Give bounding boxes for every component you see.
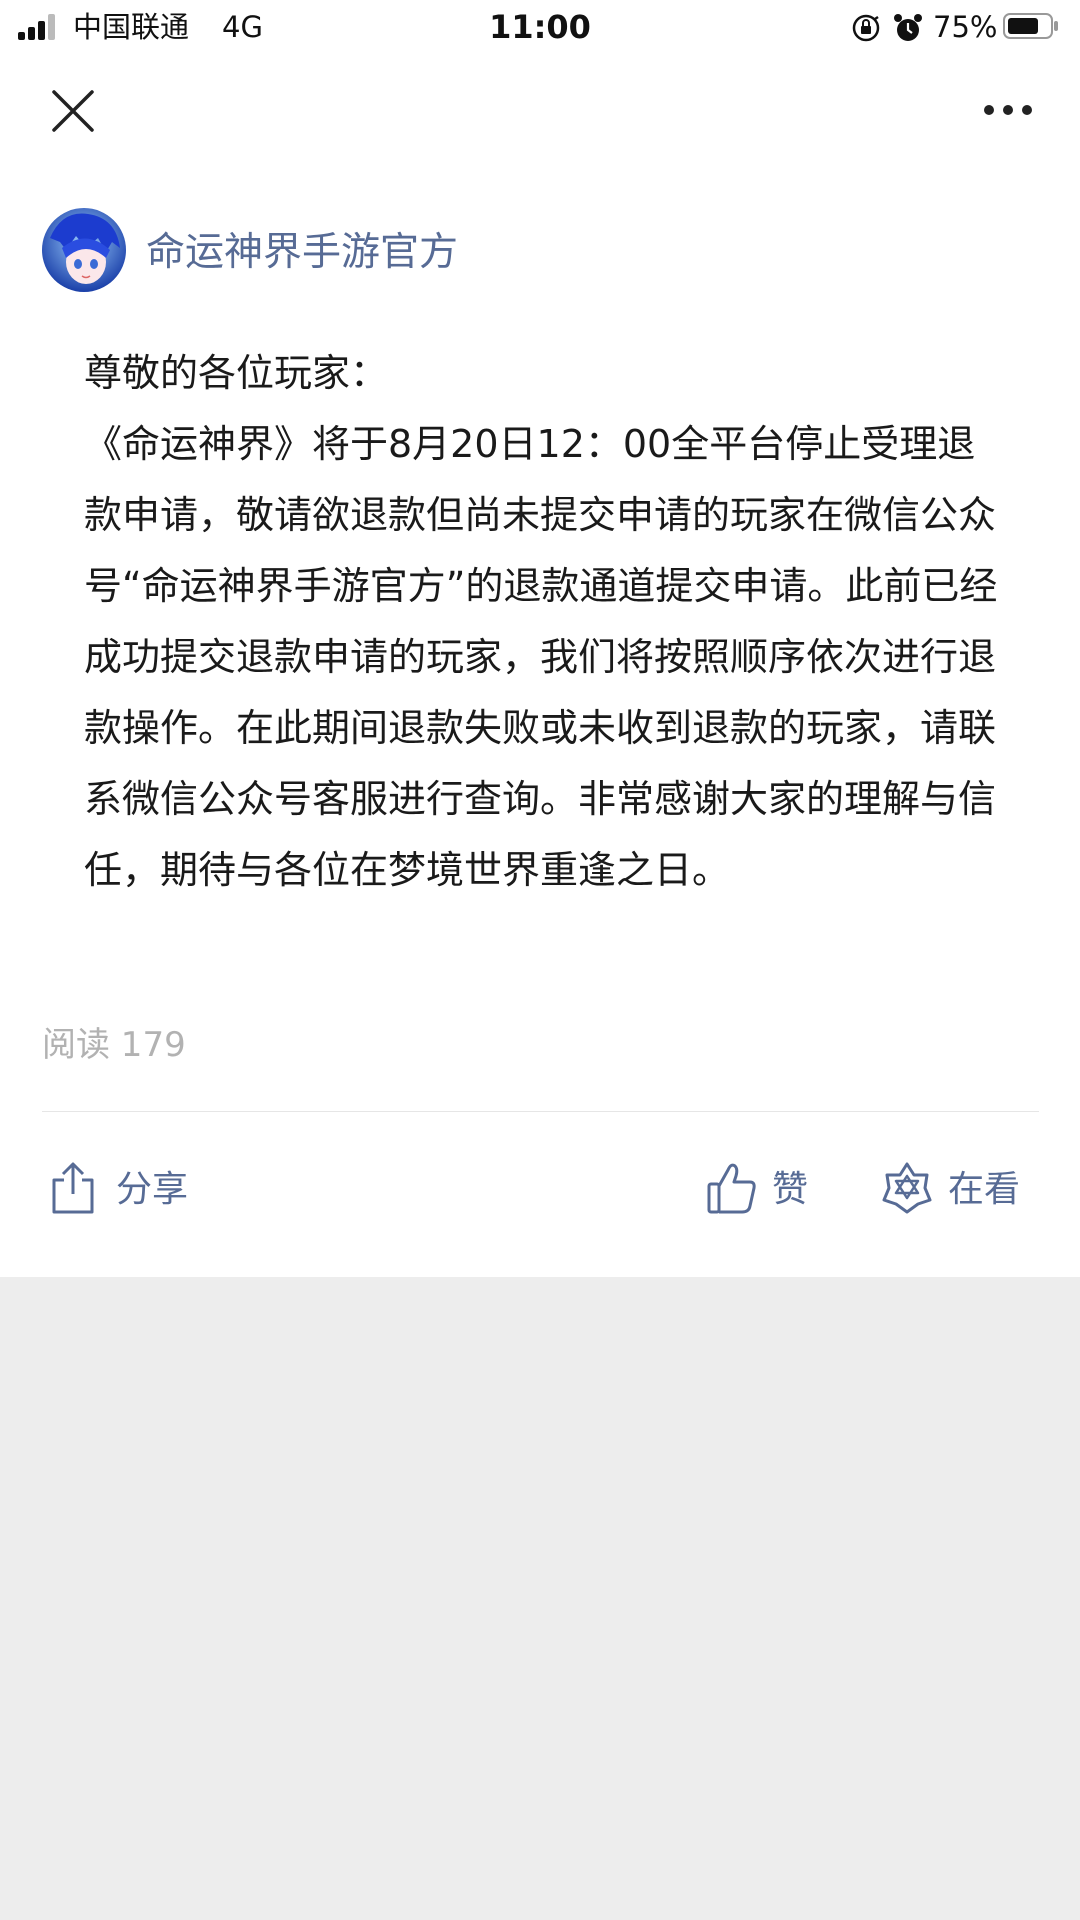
like-label: 赞 (772, 1169, 809, 1210)
article-page: 中国联通 4G 11:00 75% 命运神界手游官方 尊敬的各位玩家： 《命运神… (0, 0, 1080, 1277)
wow-label: 在看 (948, 1169, 1021, 1210)
status-bar: 中国联通 4G 11:00 75% (0, 0, 1080, 56)
wow-button[interactable]: 在看 (880, 1160, 1040, 1220)
wow-star-icon (882, 1162, 932, 1214)
alarm-icon (894, 14, 922, 41)
account-name[interactable]: 命运神界手游官方 (146, 228, 458, 278)
avatar[interactable] (42, 208, 126, 292)
share-label: 分享 (116, 1169, 189, 1210)
share-icon (52, 1162, 94, 1214)
battery-icon (1003, 13, 1058, 39)
article-greeting: 尊敬的各位玩家： (84, 351, 389, 395)
thumbs-up-icon (707, 1163, 756, 1214)
orientation-lock-icon (852, 14, 880, 42)
share-button[interactable]: 分享 (48, 1160, 208, 1220)
article-body: 尊敬的各位玩家： 《命运神界》将于8月20日12：00全平台停止受理退款申请，敬… (84, 338, 1004, 906)
divider (42, 1111, 1039, 1112)
like-button[interactable]: 赞 (706, 1160, 816, 1220)
close-icon[interactable] (50, 88, 96, 134)
article-paragraph: 《命运神界》将于8月20日12：00全平台停止受理退款申请，敬请欲退款但尚未提交… (84, 422, 998, 892)
read-count: 阅读 179 (42, 1025, 186, 1065)
battery-percent: 75% (933, 10, 998, 44)
more-icon[interactable] (978, 95, 1038, 125)
